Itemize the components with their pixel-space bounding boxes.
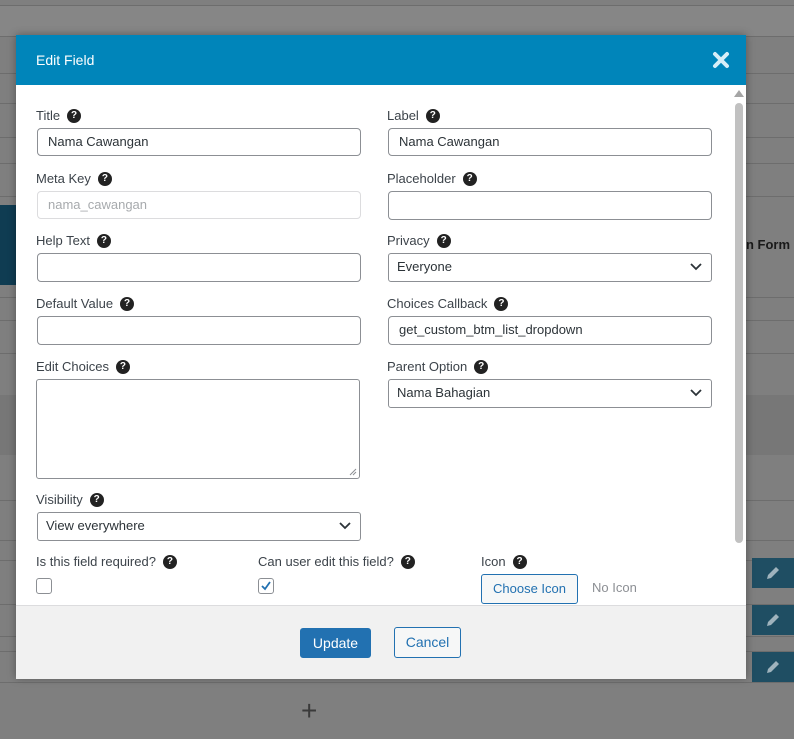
modal-footer: Update Cancel: [16, 605, 746, 679]
help-icon[interactable]: ?: [96, 233, 111, 248]
pencil-icon: [767, 661, 779, 673]
resize-grip-icon[interactable]: [349, 468, 357, 476]
modal-body: Title? Nama Cawangan Label? Nama Cawanga…: [16, 85, 746, 639]
meta-key-label: Meta Key?: [36, 171, 112, 186]
scroll-up-icon[interactable]: [734, 90, 744, 97]
required-label: Is this field required??: [36, 554, 177, 569]
help-icon[interactable]: ?: [162, 554, 177, 569]
modal-title: Edit Field: [36, 52, 95, 68]
parent-option-selected-value: Nama Bahagian: [397, 385, 491, 400]
background-edit-button[interactable]: [752, 558, 794, 588]
help-icon[interactable]: ?: [115, 359, 130, 374]
title-label: Title?: [36, 108, 82, 123]
choose-icon-button[interactable]: Choose Icon: [481, 574, 578, 604]
modal-scrollbar[interactable]: [732, 85, 746, 639]
chevron-down-icon: [690, 389, 702, 397]
placeholder-input[interactable]: [388, 191, 712, 220]
help-icon[interactable]: ?: [425, 108, 440, 123]
placeholder-label: Placeholder?: [387, 171, 477, 186]
chevron-down-icon: [339, 522, 351, 530]
modal-header: Edit Field: [16, 35, 746, 85]
help-icon[interactable]: ?: [97, 171, 112, 186]
update-button[interactable]: Update: [300, 628, 371, 658]
help-icon[interactable]: ?: [512, 554, 527, 569]
title-input[interactable]: Nama Cawangan: [37, 128, 361, 156]
help-icon[interactable]: ?: [474, 359, 489, 374]
default-value-label: Default Value?: [36, 296, 135, 311]
edit-choices-label: Edit Choices?: [36, 359, 130, 374]
label-label: Label?: [387, 108, 440, 123]
required-checkbox[interactable]: [36, 578, 52, 594]
help-text-input[interactable]: [37, 253, 361, 282]
label-input[interactable]: Nama Cawangan: [388, 128, 712, 156]
help-icon[interactable]: ?: [400, 554, 415, 569]
privacy-select[interactable]: Everyone: [388, 253, 712, 282]
visibility-select[interactable]: View everywhere: [37, 512, 361, 541]
help-icon[interactable]: ?: [494, 296, 509, 311]
scroll-thumb[interactable]: [735, 103, 743, 543]
background-heading: n Form: [746, 237, 791, 252]
visibility-selected-value: View everywhere: [46, 518, 145, 533]
help-icon[interactable]: ?: [462, 171, 477, 186]
background-panel: [0, 205, 16, 285]
close-icon[interactable]: [712, 51, 730, 69]
parent-option-select[interactable]: Nama Bahagian: [388, 379, 712, 408]
visibility-label: Visibility?: [36, 492, 104, 507]
checkmark-icon: [261, 581, 271, 591]
cancel-button[interactable]: Cancel: [394, 627, 461, 658]
chevron-down-icon: [690, 263, 702, 271]
choices-callback-label: Choices Callback?: [387, 296, 509, 311]
editable-checkbox[interactable]: [258, 578, 274, 594]
editable-label: Can user edit this field??: [258, 554, 415, 569]
icon-label: Icon?: [481, 554, 527, 569]
privacy-label: Privacy?: [387, 233, 451, 248]
default-value-input[interactable]: [37, 316, 361, 345]
help-icon[interactable]: ?: [120, 296, 135, 311]
choices-callback-input[interactable]: get_custom_btm_list_dropdown: [388, 316, 712, 345]
help-icon[interactable]: ?: [67, 108, 82, 123]
pencil-icon: [767, 567, 779, 579]
edit-field-modal: Edit Field Title? Nama Cawangan Label? N…: [16, 35, 746, 679]
background-edit-button[interactable]: [752, 605, 794, 635]
help-text-label: Help Text?: [36, 233, 111, 248]
privacy-selected-value: Everyone: [397, 259, 452, 274]
help-icon[interactable]: ?: [89, 492, 104, 507]
no-icon-text: No Icon: [592, 580, 637, 595]
meta-key-input: nama_cawangan: [37, 191, 361, 219]
pencil-icon: [767, 614, 779, 626]
help-icon[interactable]: ?: [436, 233, 451, 248]
add-row-icon[interactable]: +: [301, 697, 317, 725]
background-edit-button[interactable]: [752, 652, 794, 682]
parent-option-label: Parent Option?: [387, 359, 489, 374]
edit-choices-textarea[interactable]: [36, 379, 360, 479]
